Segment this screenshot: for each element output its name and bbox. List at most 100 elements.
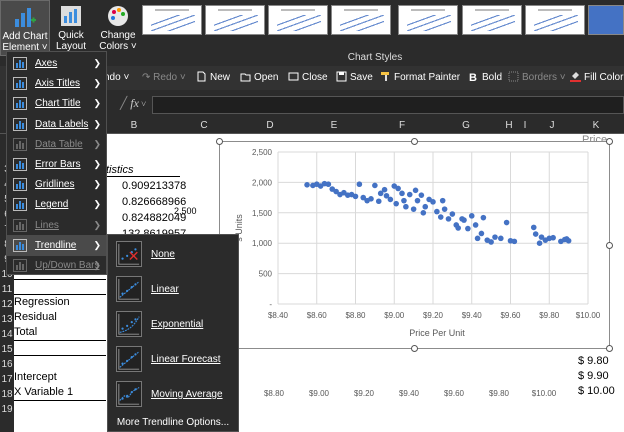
formula-input[interactable]: [152, 96, 624, 114]
data-point[interactable]: [434, 208, 440, 215]
data-point[interactable]: [401, 197, 407, 204]
chart-style-6[interactable]: [462, 5, 522, 35]
chart-resize-handle[interactable]: [606, 345, 613, 352]
data-point[interactable]: [530, 224, 537, 231]
row-header-item[interactable]: 18: [0, 389, 14, 400]
chart-style-3[interactable]: [268, 5, 328, 35]
row-header-item[interactable]: 17: [0, 374, 14, 385]
trendline-option-exponential[interactable]: Exponential: [108, 307, 238, 342]
cell-stats-header[interactable]: tistics: [106, 164, 134, 176]
column-header-j[interactable]: J: [544, 120, 560, 131]
fill-color-button[interactable]: Fill Color ˅: [570, 71, 624, 85]
row-header-item[interactable]: 12: [0, 299, 14, 310]
data-point[interactable]: [352, 193, 359, 200]
data-point[interactable]: [414, 197, 421, 204]
scatter-chart[interactable]: - 500 1,000 1,500 2,000 2,500 $8.40 $8.60 $8.80 $…: [219, 141, 610, 349]
data-point[interactable]: [420, 210, 427, 216]
row-header-item[interactable]: 14: [0, 329, 14, 340]
chart-style-5[interactable]: [398, 5, 458, 35]
menu-item-axis-titles[interactable]: Axis Titles ❯: [7, 73, 106, 94]
chart-resize-handle[interactable]: [411, 345, 418, 352]
data-point[interactable]: [503, 219, 510, 226]
column-header-d[interactable]: D: [262, 120, 278, 131]
data-point[interactable]: [412, 187, 419, 194]
data-point[interactable]: [478, 230, 485, 237]
cell-residual[interactable]: Residual: [14, 311, 57, 323]
row-header-item[interactable]: 13: [0, 314, 14, 325]
data-point[interactable]: [430, 199, 436, 205]
trendline-option-moving-average[interactable]: Moving Average: [108, 377, 238, 412]
data-point[interactable]: [304, 182, 310, 188]
chart-style-1[interactable]: [142, 5, 202, 35]
column-header-c[interactable]: C: [196, 120, 212, 131]
cell-multiple-r[interactable]: 0.909213378: [122, 180, 186, 192]
data-point[interactable]: [368, 196, 374, 202]
data-point[interactable]: [422, 203, 429, 210]
scatter-chart-plot[interactable]: - 500 1,000 1,500 2,000 2,500 $8.40 $8.60 $8.80 $…: [220, 142, 609, 348]
data-point[interactable]: [468, 213, 475, 219]
data-point[interactable]: [372, 182, 378, 189]
data-point[interactable]: [356, 181, 363, 188]
cell-price-3[interactable]: $ 10.00: [578, 385, 615, 397]
data-point[interactable]: [393, 200, 399, 207]
cell-price-2[interactable]: $ 9.90: [578, 370, 609, 382]
data-point[interactable]: [498, 235, 504, 242]
column-header-g[interactable]: G: [458, 120, 474, 131]
trendline-option-linear[interactable]: Linear: [108, 272, 238, 307]
data-point[interactable]: [488, 239, 494, 245]
menu-item-data-table[interactable]: Data Table ❯: [7, 134, 106, 155]
bold-button[interactable]: B Bold: [468, 71, 502, 85]
data-point[interactable]: [461, 217, 467, 223]
data-point[interactable]: [550, 234, 556, 241]
column-header-i[interactable]: I: [520, 120, 530, 131]
row-header-item[interactable]: 19: [0, 404, 14, 415]
row-header-item[interactable]: 11: [0, 284, 14, 295]
add-chart-element-button[interactable]: Add Chart Element ˅: [0, 0, 50, 56]
insert-function-button[interactable]: ╱ fx ˅: [120, 96, 148, 112]
data-point[interactable]: [387, 196, 394, 203]
chart-style-4[interactable]: [331, 5, 391, 35]
column-header-h[interactable]: H: [502, 120, 516, 131]
menu-item-data-labels[interactable]: Data Labels ❯: [7, 114, 106, 135]
data-point[interactable]: [455, 225, 461, 231]
cell-total[interactable]: Total: [14, 326, 37, 338]
data-point[interactable]: [472, 222, 479, 228]
menu-item-chart-title[interactable]: Chart Title ❯: [7, 93, 106, 114]
column-header-b[interactable]: B: [126, 120, 142, 131]
cell-regression[interactable]: Regression: [14, 296, 70, 308]
chart-resize-handle[interactable]: [411, 138, 418, 145]
data-point[interactable]: [445, 216, 452, 222]
trendline-option-none[interactable]: None: [108, 237, 238, 272]
menu-item-legend[interactable]: Legend ❯: [7, 194, 106, 215]
chart-resize-handle[interactable]: [606, 242, 613, 249]
data-point[interactable]: [439, 197, 446, 204]
cell-intercept[interactable]: Intercept: [14, 371, 57, 383]
menu-item-trendline[interactable]: Trendline ❯: [7, 234, 106, 256]
chart-style-8[interactable]: [588, 5, 624, 35]
column-header-e[interactable]: E: [326, 120, 342, 131]
trendline-option-linear-forecast[interactable]: Linear Forecast: [108, 342, 238, 377]
menu-item-error-bars[interactable]: Error Bars ❯: [7, 154, 106, 175]
menu-item-up-down-bars[interactable]: Up/Down Bars ❯: [7, 255, 106, 276]
menu-item-gridlines[interactable]: Gridlines ❯: [7, 174, 106, 195]
column-header-k[interactable]: K: [588, 120, 604, 131]
data-point[interactable]: [536, 240, 543, 246]
data-point[interactable]: [399, 190, 405, 197]
chart-style-2[interactable]: [205, 5, 265, 35]
menu-item-lines[interactable]: Lines ❯: [7, 215, 106, 236]
column-header-f[interactable]: F: [394, 120, 410, 131]
data-point[interactable]: [395, 185, 401, 192]
data-point[interactable]: [437, 214, 444, 220]
data-point[interactable]: [410, 206, 417, 212]
data-point[interactable]: [325, 181, 332, 188]
format-painter-button[interactable]: Format Painter: [380, 71, 460, 85]
data-point[interactable]: [418, 192, 425, 198]
data-point[interactable]: [406, 191, 413, 198]
redo-button[interactable]: ↷ Redo ˅: [142, 71, 186, 85]
data-point[interactable]: [403, 203, 409, 210]
row-header-item[interactable]: 15: [0, 344, 14, 355]
data-point[interactable]: [375, 198, 382, 205]
undo-button[interactable]: ndo ˅: [104, 71, 129, 85]
x-axis-title[interactable]: Price Per Unit: [409, 328, 465, 338]
data-point[interactable]: [511, 238, 518, 245]
